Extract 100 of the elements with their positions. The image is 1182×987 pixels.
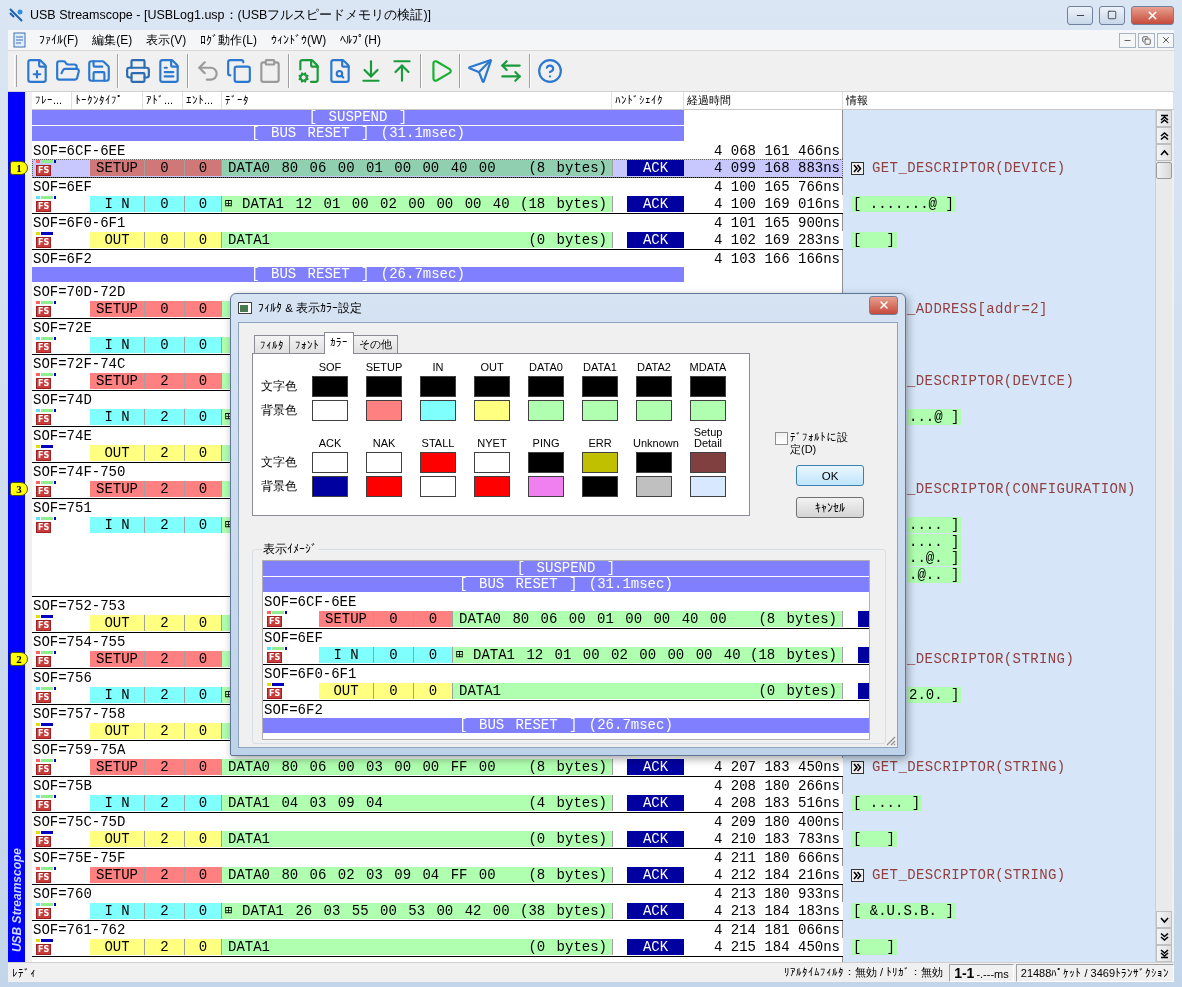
menu-item[interactable]: ﾌｧｲﾙ(F) (32, 30, 86, 50)
color-swatch[interactable] (528, 452, 564, 473)
color-label: Setup Detail (692, 427, 724, 449)
color-swatch[interactable] (528, 400, 564, 421)
scroll-top-button[interactable] (1156, 110, 1172, 127)
color-swatch[interactable] (366, 400, 402, 421)
tab[interactable]: ﾌｫﾝﾄ (289, 335, 325, 354)
tab[interactable]: その他 (353, 335, 398, 354)
color-swatch[interactable] (474, 452, 510, 473)
color-swatch[interactable] (474, 376, 510, 397)
column-heading[interactable]: ﾄｰｸﾝﾀｲﾌﾟ (72, 92, 143, 109)
minimize-button[interactable] (1067, 5, 1093, 25)
color-swatch[interactable] (312, 452, 348, 473)
color-swatch[interactable] (312, 376, 348, 397)
packet-row[interactable]: FS I N 0 0 ⊞ DATA1 12 01 00 02 00 00 00 40 (18 bytes) ACK 4 100 169 016ns (32, 195, 843, 214)
scroll-thumb[interactable] (1156, 162, 1172, 179)
packet-row[interactable]: FS OUT 2 0 DATA1 (0 bytes) ACK 4 215 184 450ns (32, 938, 843, 957)
close-button[interactable] (869, 295, 898, 315)
color-swatch[interactable] (582, 376, 618, 397)
color-swatch[interactable] (690, 476, 726, 497)
byte-count: (18 bytes) (519, 196, 607, 212)
checkbox[interactable] (775, 432, 788, 445)
color-swatch[interactable] (528, 376, 564, 397)
color-swatch[interactable] (420, 476, 456, 497)
color-swatch[interactable] (690, 400, 726, 421)
handshake-cell: ACK (627, 196, 684, 212)
column-heading[interactable]: ｴﾝﾄ... (183, 92, 222, 109)
scroll-down-button[interactable] (1156, 911, 1172, 928)
color-swatch[interactable] (636, 376, 672, 397)
color-label: NAK (371, 438, 397, 449)
setup-detail: GET_DESCRIPTOR(STRING) (872, 867, 1066, 884)
color-swatch[interactable] (528, 476, 564, 497)
menu-item[interactable]: 編集(E) (85, 30, 140, 50)
color-swatch[interactable] (312, 476, 348, 497)
expand-toggle[interactable]: ⊞ (225, 196, 237, 212)
byte-count: (8 bytes) (527, 867, 607, 883)
color-swatch[interactable] (582, 452, 618, 473)
color-swatch[interactable] (366, 476, 402, 497)
tab[interactable]: ﾌｨﾙﾀ (254, 335, 290, 354)
packet-row[interactable]: FS OUT 0 0 DATA1 (0 bytes) (263, 682, 869, 701)
cancel-button[interactable]: ｷｬﾝｾﾙ (796, 497, 864, 518)
column-heading[interactable]: ｱﾄﾞ... (143, 92, 183, 109)
expand-toggle[interactable]: ⊞ (225, 903, 237, 919)
color-swatch[interactable] (474, 476, 510, 497)
packet-row[interactable]: FS SETUP 2 0 DATA0 80 06 00 03 00 00 FF 00 (8 bytes) ACK 4 207 183 450ns (32, 758, 843, 777)
color-swatch[interactable] (420, 376, 456, 397)
token-cell: SETUP (90, 759, 145, 775)
scroll-up-button[interactable] (1156, 144, 1172, 161)
packet-data: DATA1 (227, 939, 271, 955)
color-swatch[interactable] (366, 452, 402, 473)
column-heading[interactable]: ﾌﾚｰ... (32, 92, 72, 109)
ok-button[interactable]: OK (796, 465, 864, 486)
double-down-arrow-icon (1159, 948, 1169, 959)
packet-row[interactable]: FS I N 2 0 DATA1 04 03 09 04 (4 bytes) ACK 4 208 183 516ns (32, 794, 843, 813)
menu-item[interactable]: ﾍﾙﾌﾟ(H) (333, 30, 388, 50)
menu-item[interactable]: 表示(V) (139, 30, 194, 50)
color-swatch[interactable] (420, 400, 456, 421)
menu-item[interactable]: ｳｨﾝﾄﾞｳ(W) (264, 30, 334, 50)
packet-row[interactable]: FS OUT 0 0 DATA1 (0 bytes) ACK 4 102 169 283ns (32, 231, 843, 250)
speed-badge: FS (36, 728, 52, 739)
endpoint-cell: 0 (185, 232, 222, 248)
speed-badge: FS (36, 908, 52, 919)
color-swatch[interactable] (690, 452, 726, 473)
minimize-button[interactable] (1119, 32, 1136, 48)
column-heading[interactable]: ﾊﾝﾄﾞｼｪｲｸ (612, 92, 684, 109)
expand-toggle[interactable]: ⊞ (456, 647, 468, 663)
color-swatch[interactable] (312, 400, 348, 421)
color-swatch[interactable] (474, 400, 510, 421)
color-swatch[interactable] (636, 476, 672, 497)
column-heading[interactable]: 経過時間 (684, 92, 843, 109)
packet-row[interactable]: FS SETUP 2 0 DATA0 80 06 02 03 09 04 FF 00 (8 bytes) ACK 4 212 184 216ns (32, 866, 843, 885)
color-swatch[interactable] (582, 400, 618, 421)
packet-row[interactable]: FS I N 0 0 ⊞ DATA1 12 01 00 02 00 00 00 40 (18 bytes) (263, 646, 869, 665)
range-text: 1-1 (954, 964, 975, 981)
close-button[interactable] (1131, 5, 1174, 25)
color-swatch[interactable] (636, 400, 672, 421)
close-button[interactable] (1157, 32, 1174, 48)
color-swatch[interactable] (636, 452, 672, 473)
column-heading[interactable]: 情報 (843, 92, 1174, 109)
endpoint-cell: 0 (414, 647, 453, 663)
menu-item[interactable]: ﾛｸﾞ動作(L) (193, 30, 264, 50)
color-swatch[interactable] (582, 476, 618, 497)
column-heading[interactable]: ﾃﾞｰﾀ (222, 92, 612, 109)
resize-grip-icon[interactable] (885, 735, 896, 746)
restore-button[interactable] (1138, 32, 1155, 48)
timing-marks-icon (36, 373, 58, 376)
maximize-button[interactable] (1099, 5, 1125, 25)
color-swatch[interactable] (366, 376, 402, 397)
scroll-bottom-button[interactable] (1156, 945, 1172, 962)
token-cell: I N (90, 687, 145, 703)
speed-badge: FS (36, 872, 52, 883)
page-up-button[interactable] (1156, 127, 1172, 144)
tab[interactable]: ｶﾗｰ (324, 332, 354, 354)
packet-row[interactable]: FS I N 2 0 ⊞ DATA1 26 03 55 00 53 00 42 00 (38 bytes) ACK 4 213 184 183ns (32, 902, 843, 921)
packet-row[interactable]: FS SETUP 0 0 DATA0 80 06 00 01 00 00 40 00 (8 bytes) (263, 610, 869, 629)
document-icon[interactable] (12, 32, 28, 48)
color-swatch[interactable] (690, 376, 726, 397)
color-swatch[interactable] (420, 452, 456, 473)
packet-row[interactable]: FS OUT 2 0 DATA1 (0 bytes) ACK 4 210 183 783ns (32, 830, 843, 849)
page-down-button[interactable] (1156, 928, 1172, 945)
